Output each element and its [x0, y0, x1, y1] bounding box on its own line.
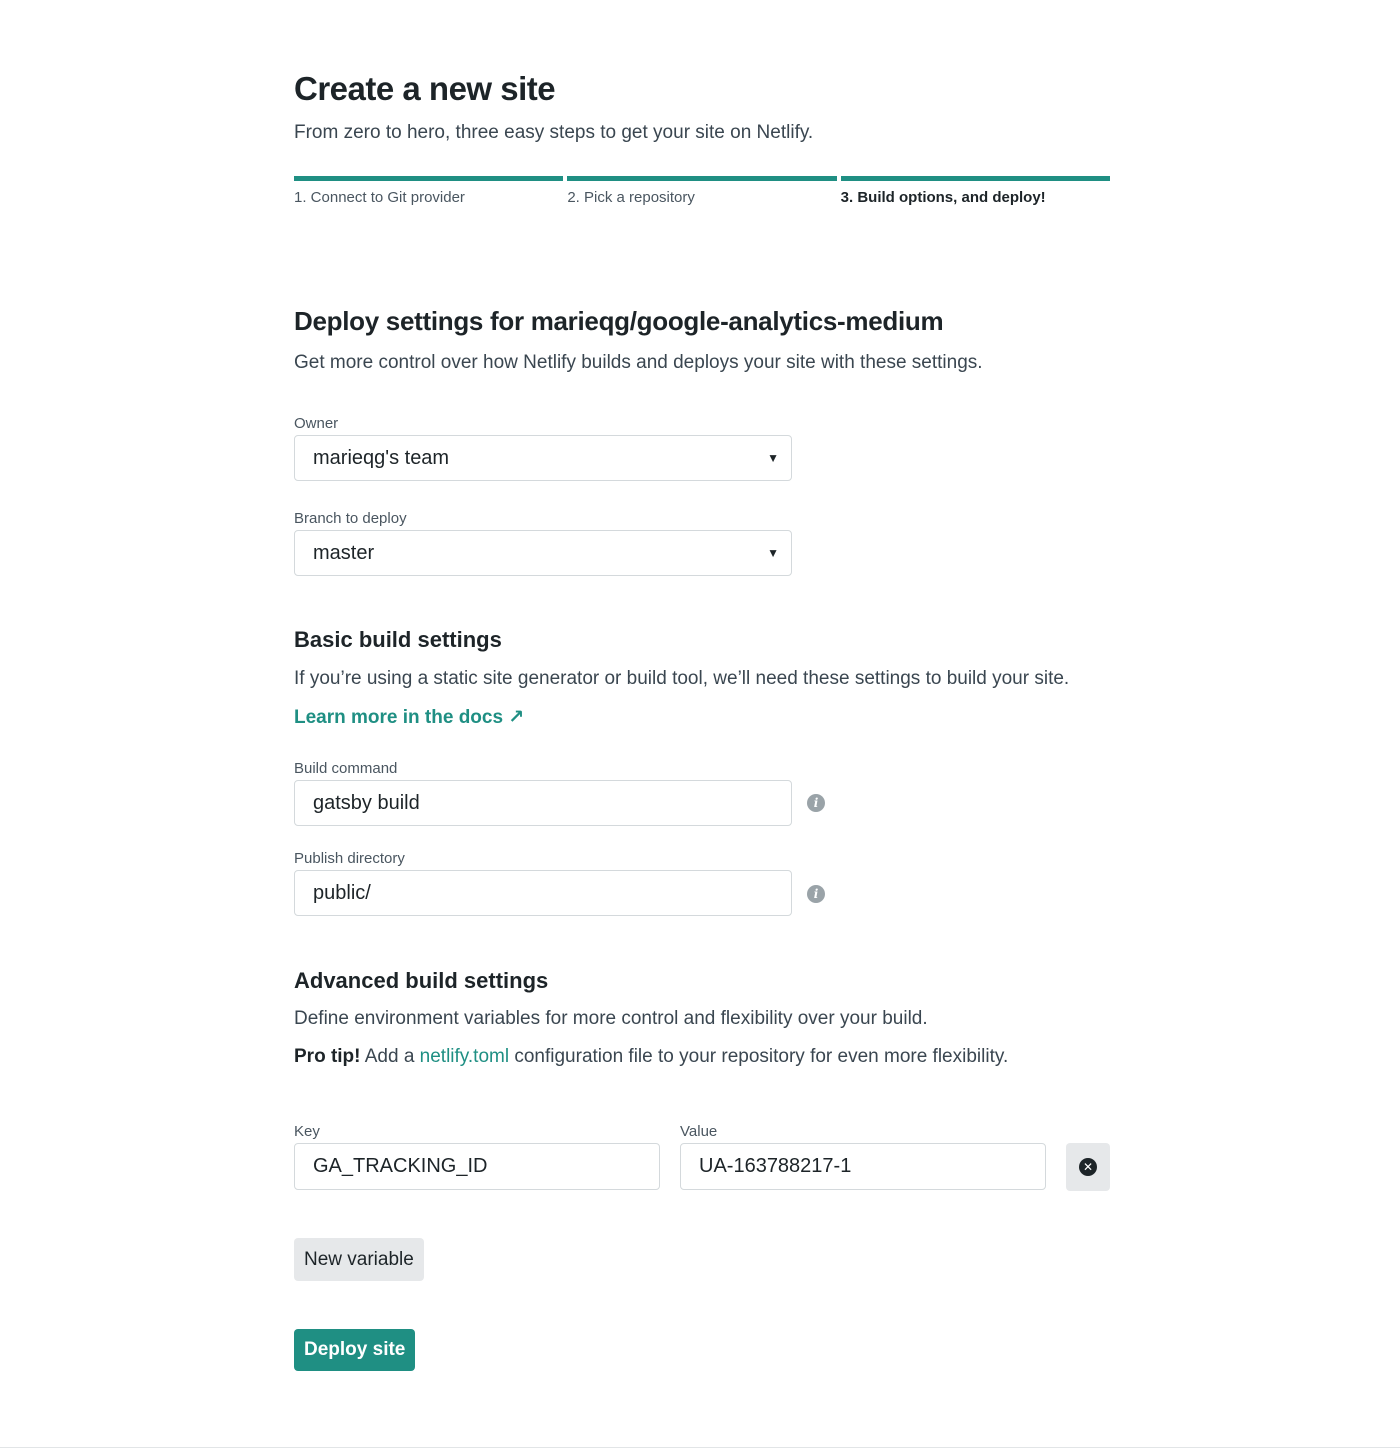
build-command-input[interactable]: gatsby build	[294, 780, 792, 826]
progress-steps: 1. Connect to Git provider 2. Pick a rep…	[294, 176, 1110, 216]
netlify-toml-link[interactable]: netlify.toml	[420, 1046, 509, 1067]
step-pick-repository: 2. Pick a repository	[567, 176, 837, 216]
owner-select[interactable]: marieqg's team ▼	[294, 435, 792, 481]
env-key-input[interactable]: GA_TRACKING_ID	[294, 1143, 660, 1190]
basic-build-settings-description: If you’re using a static site generator …	[294, 668, 1070, 689]
publish-directory-label: Publish directory	[294, 850, 405, 867]
build-command-label: Build command	[294, 760, 398, 777]
branch-label: Branch to deploy	[294, 510, 407, 527]
deploy-site-button[interactable]: Deploy site	[294, 1329, 416, 1371]
basic-build-settings-title: Basic build settings	[294, 627, 502, 652]
new-variable-button[interactable]: New variable	[294, 1238, 424, 1281]
pro-tip-text: Pro tip! Add a netlify.toml configuratio…	[294, 1046, 1008, 1068]
pro-tip-post: configuration file to your repository fo…	[509, 1046, 1009, 1067]
env-key-value: GA_TRACKING_ID	[313, 1155, 488, 1177]
bottom-divider	[0, 1447, 1400, 1448]
env-value-value: UA-163788217-1	[699, 1155, 852, 1177]
page-subtitle: From zero to hero, three easy steps to g…	[294, 122, 814, 143]
publish-directory-input[interactable]: public/	[294, 870, 792, 916]
env-value-label: Value	[680, 1123, 718, 1140]
build-command-value: gatsby build	[313, 791, 420, 814]
external-arrow-icon: ↗	[508, 707, 525, 728]
deploy-settings-description: Get more control over how Netlify builds…	[294, 352, 983, 373]
branch-select[interactable]: master ▼	[294, 530, 792, 576]
step-connect-git: 1. Connect to Git provider	[294, 176, 564, 216]
branch-select-value: master	[313, 541, 375, 564]
build-command-info-icon[interactable]: i	[807, 794, 825, 812]
learn-more-docs-link[interactable]: Learn more in the docs ↗	[294, 706, 524, 729]
learn-more-docs-label: Learn more in the docs	[294, 707, 504, 728]
env-value-input[interactable]: UA-163788217-1	[680, 1143, 1046, 1190]
advanced-build-settings-description: Define environment variables for more co…	[294, 1008, 928, 1029]
remove-variable-button[interactable]: ✕	[1066, 1143, 1110, 1191]
pro-tip-bold: Pro tip!	[294, 1046, 361, 1067]
advanced-build-settings-title: Advanced build settings	[294, 968, 549, 993]
page-title: Create a new site	[294, 70, 556, 107]
close-icon: ✕	[1079, 1158, 1097, 1176]
publish-directory-value: public/	[313, 881, 371, 904]
step-build-deploy: 3. Build options, and deploy!	[840, 176, 1110, 216]
chevron-down-icon: ▼	[767, 546, 779, 560]
owner-label: Owner	[294, 415, 339, 432]
env-key-label: Key	[294, 1123, 320, 1140]
owner-select-value: marieqg's team	[313, 446, 450, 469]
pro-tip-pre: Add a	[360, 1046, 420, 1067]
deploy-settings-title: Deploy settings for marieqg/google-analy…	[294, 306, 944, 336]
chevron-down-icon: ▼	[767, 451, 779, 465]
publish-directory-info-icon[interactable]: i	[807, 885, 825, 903]
